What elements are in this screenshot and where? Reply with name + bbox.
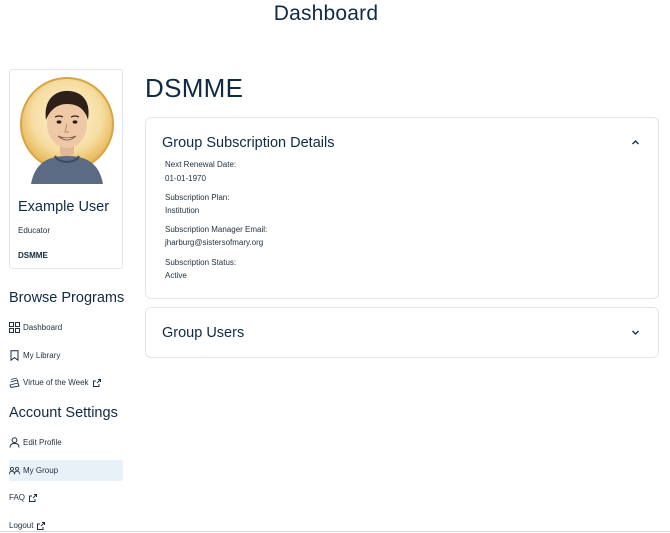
bookmark-icon xyxy=(9,350,20,361)
sidebar-item-my-library[interactable]: My Library xyxy=(9,345,123,366)
books-icon xyxy=(9,377,20,388)
profile-name: Example User xyxy=(18,199,110,215)
sidebar-item-edit-profile[interactable]: Edit Profile xyxy=(9,432,123,453)
group-users-title[interactable]: Group Users xyxy=(162,325,244,341)
account-settings-heading: Account Settings xyxy=(9,405,118,421)
status-value: Active xyxy=(165,271,187,280)
external-link-icon xyxy=(92,378,101,387)
profile-card: Example User Educator DSMME xyxy=(9,69,123,269)
chevron-up-icon[interactable] xyxy=(631,138,640,147)
plan-label: Subscription Plan: xyxy=(165,193,230,202)
renewal-date-label: Next Renewal Date: xyxy=(165,160,237,169)
user-icon xyxy=(9,437,20,448)
sidebar-item-label: My Group xyxy=(23,466,59,475)
external-link-icon xyxy=(37,521,46,530)
manager-email-value: jharburg@sistersofmary.org xyxy=(165,238,264,247)
sidebar-item-label: My Library xyxy=(23,351,61,360)
group-icon xyxy=(9,465,20,476)
manager-email-label: Subscription Manager Email: xyxy=(165,225,268,234)
grid-icon xyxy=(9,322,20,333)
renewal-date-value: 01-01-1970 xyxy=(165,174,206,183)
sidebar-item-label: Edit Profile xyxy=(23,438,62,447)
sidebar-item-dashboard[interactable]: Dashboard xyxy=(9,317,123,338)
subscription-details-panel: Group Subscription Details Next Renewal … xyxy=(145,117,659,299)
subscription-details-title[interactable]: Group Subscription Details xyxy=(162,135,334,151)
avatar xyxy=(19,76,115,188)
group-users-panel: Group Users xyxy=(145,307,659,358)
chevron-down-icon[interactable] xyxy=(631,328,640,337)
sidebar-item-label: Virtue of the Week xyxy=(23,378,89,387)
browse-programs-heading: Browse Programs xyxy=(9,290,125,306)
profile-role: Educator xyxy=(18,226,51,235)
sidebar-item-label: Dashboard xyxy=(23,323,63,332)
plan-value: Institution xyxy=(165,206,200,215)
organization-title: DSMME xyxy=(145,73,244,103)
profile-organization: DSMME xyxy=(18,251,48,260)
sidebar-item-label: FAQ xyxy=(9,493,26,502)
external-link-icon xyxy=(29,493,38,502)
page-title: Dashboard xyxy=(273,2,379,25)
bottom-divider xyxy=(0,531,670,532)
sidebar-item-faq[interactable]: FAQ xyxy=(9,487,123,508)
status-label: Subscription Status: xyxy=(165,258,237,267)
sidebar-item-my-group[interactable]: My Group xyxy=(9,460,123,481)
sidebar-item-virtue-of-the-week[interactable]: Virtue of the Week xyxy=(9,372,123,393)
sidebar-item-label: Logout xyxy=(9,521,34,530)
